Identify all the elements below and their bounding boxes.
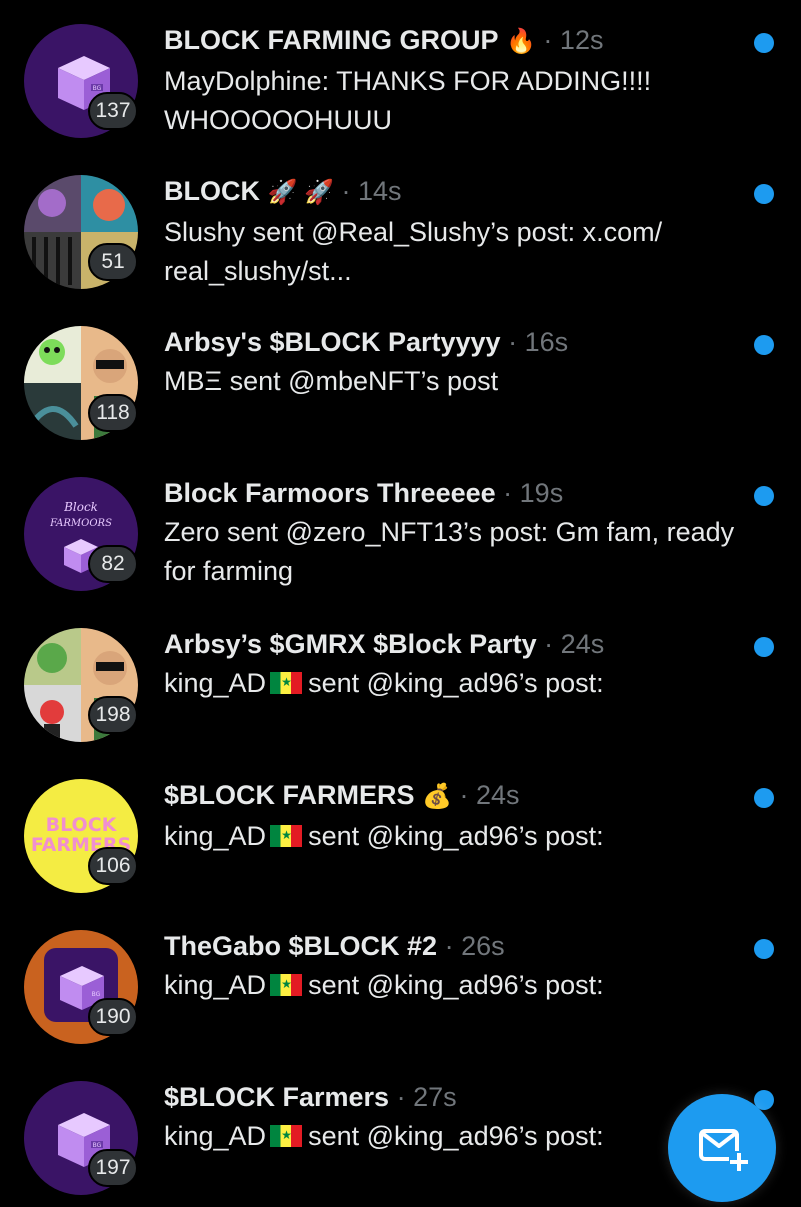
timestamp: · 24s bbox=[544, 629, 605, 659]
conversation-text: Arbsy's $BLOCK Partyyyy · 16s MBΞ sent @… bbox=[164, 322, 744, 401]
sender-name: MayDolphine: bbox=[164, 66, 330, 96]
unread-dot bbox=[754, 486, 774, 506]
member-count-badge: 190 bbox=[88, 998, 138, 1036]
avatar-text-farmoors: FARMOORS bbox=[49, 518, 112, 529]
money-bag-emoji: 💰 bbox=[422, 783, 452, 810]
sender-name: king_AD bbox=[164, 1121, 267, 1151]
conversation-row[interactable]: 51 BLOCK 🚀 🚀 · 14s Slushy sent @Real_Slu… bbox=[0, 151, 801, 301]
message-preview: Zero sent @zero_NFT13’s post: Gm fam, re… bbox=[164, 513, 744, 591]
preview-text: sent @mbeNFT’s post bbox=[229, 366, 499, 396]
new-message-button[interactable] bbox=[668, 1094, 776, 1202]
sender-name: MBΞ bbox=[164, 366, 223, 396]
conversation-title: Block Farmoors Threeeee bbox=[164, 478, 496, 508]
conversation-row[interactable]: 198 Arbsy’s $GMRX $Block Party · 24s kin… bbox=[0, 604, 801, 754]
conversation-row[interactable]: BG 137 BLOCK FARMING GROUP 🔥 · 12s MayDo… bbox=[0, 0, 801, 150]
timestamp: · 27s bbox=[396, 1082, 457, 1112]
conversation-text: $BLOCK FARMERS 💰 · 24s king_AD sent @king… bbox=[164, 775, 744, 856]
conversation-text: BLOCK FARMING GROUP 🔥 · 12s MayDolphine:… bbox=[164, 20, 744, 140]
member-count-badge: 137 bbox=[88, 92, 138, 130]
message-preview: Slushy sent @Real_Slushy’s post: x.com/ … bbox=[164, 213, 744, 291]
conversation-row[interactable]: BG 190 TheGabo $BLOCK #2 · 26s king_AD se… bbox=[0, 906, 801, 1056]
senegal-flag-icon bbox=[270, 825, 303, 847]
timestamp: · 16s bbox=[508, 327, 569, 357]
avatar-text-block: BLOCK bbox=[46, 814, 118, 836]
conversation-title: BLOCK FARMING GROUP bbox=[164, 25, 499, 55]
fire-emoji: 🔥 bbox=[506, 28, 536, 55]
message-preview: king_AD sent @king_ad96’s post: bbox=[164, 664, 744, 703]
message-preview: king_AD sent @king_ad96’s post: bbox=[164, 1117, 744, 1156]
member-count-badge: 118 bbox=[88, 394, 138, 432]
message-preview: king_AD sent @king_ad96’s post: bbox=[164, 966, 744, 1005]
member-count-badge: 198 bbox=[88, 696, 138, 734]
unread-dot bbox=[754, 184, 774, 204]
conversation-title: $BLOCK Farmers bbox=[164, 1082, 390, 1112]
rocket-emoji: 🚀 🚀 bbox=[267, 179, 334, 206]
timestamp: · 12s bbox=[543, 25, 604, 55]
message-preview: MBΞ sent @mbeNFT’s post bbox=[164, 362, 744, 401]
unread-dot bbox=[754, 637, 774, 657]
sender-name: king_AD bbox=[164, 821, 267, 851]
conversation-title: $BLOCK FARMERS bbox=[164, 780, 415, 810]
conversation-list: BG 137 BLOCK FARMING GROUP 🔥 · 12s MayDo… bbox=[0, 0, 801, 1200]
unread-dot bbox=[754, 33, 774, 53]
conversation-text: Arbsy’s $GMRX $Block Party · 24s king_AD… bbox=[164, 624, 744, 703]
conversation-row[interactable]: Block FARMOORS 82 Block Farmoors Threeee… bbox=[0, 453, 801, 603]
preview-text: sent @king_ad96’s post: bbox=[308, 970, 604, 1000]
conversation-title: Arbsy's $BLOCK Partyyyy bbox=[164, 327, 501, 357]
preview-text: sent @king_ad96’s post: bbox=[308, 821, 604, 851]
senegal-flag-icon bbox=[270, 1125, 303, 1147]
conversation-text: Block Farmoors Threeeee · 19s Zero sent … bbox=[164, 473, 744, 591]
senegal-flag-icon bbox=[270, 672, 303, 694]
member-count-badge: 82 bbox=[88, 545, 138, 583]
avatar-text-block: Block bbox=[63, 500, 98, 514]
conversation-row[interactable]: BLOCK FARMERS 106 $BLOCK FARMERS 💰 · 24s… bbox=[0, 755, 801, 905]
timestamp: · 26s bbox=[444, 931, 505, 961]
preview-text: sent @king_ad96’s post: bbox=[308, 668, 604, 698]
message-preview: MayDolphine: THANKS FOR ADDING!!!! WHOOO… bbox=[164, 62, 744, 140]
cube-label: BG bbox=[93, 1142, 102, 1149]
conversation-title: Arbsy’s $GMRX $Block Party bbox=[164, 629, 537, 659]
unread-dot bbox=[754, 939, 774, 959]
senegal-flag-icon bbox=[270, 974, 303, 996]
new-message-icon bbox=[699, 1129, 749, 1171]
preview-text: sent @king_ad96’s post: bbox=[308, 1121, 604, 1151]
conversation-title: BLOCK bbox=[164, 176, 260, 206]
cube-label: BG bbox=[93, 85, 102, 92]
timestamp: · 24s bbox=[459, 780, 520, 810]
member-count-badge: 51 bbox=[88, 243, 138, 281]
timestamp: · 14s bbox=[341, 176, 402, 206]
conversation-title: TheGabo $BLOCK #2 bbox=[164, 931, 438, 961]
sender-name: king_AD bbox=[164, 970, 267, 1000]
unread-dot bbox=[754, 335, 774, 355]
member-count-badge: 197 bbox=[88, 1149, 138, 1187]
conversation-text: $BLOCK Farmers · 27s king_AD sent @king_a… bbox=[164, 1077, 744, 1156]
conversation-row[interactable]: 118 Arbsy's $BLOCK Partyyyy · 16s MBΞ se… bbox=[0, 302, 801, 452]
timestamp: · 19s bbox=[503, 478, 564, 508]
conversation-text: BLOCK 🚀 🚀 · 14s Slushy sent @Real_Slushy… bbox=[164, 171, 744, 291]
member-count-badge: 106 bbox=[88, 847, 138, 885]
sender-name: Slushy bbox=[164, 217, 246, 247]
message-preview: king_AD sent @king_ad96’s post: bbox=[164, 817, 744, 856]
cube-label: BG bbox=[92, 991, 101, 998]
preview-text: sent @zero_NFT13’s post: Gm fam, ready f… bbox=[164, 517, 735, 586]
sender-name: king_AD bbox=[164, 668, 267, 698]
sender-name: Zero bbox=[164, 517, 220, 547]
conversation-text: TheGabo $BLOCK #2 · 26s king_AD sent @kin… bbox=[164, 926, 744, 1005]
unread-dot bbox=[754, 788, 774, 808]
